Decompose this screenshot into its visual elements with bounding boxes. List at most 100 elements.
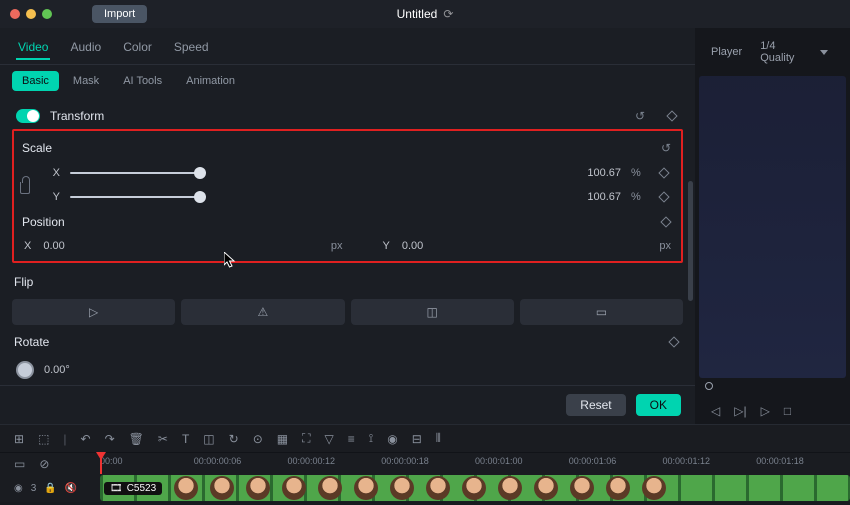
inspector-pane: Video Audio Color Speed Basic Mask AI To… — [0, 28, 695, 424]
tick-label: 00:00:00:12 — [288, 456, 382, 466]
rotate-value[interactable]: 0.00° — [44, 364, 70, 376]
delete-icon[interactable]: 🗑 — [129, 432, 144, 446]
video-preview[interactable] — [699, 76, 846, 378]
track-view-icon[interactable]: ▭ — [14, 457, 25, 471]
transform-toggle[interactable] — [16, 109, 40, 123]
text-tool-icon[interactable]: T — [182, 432, 189, 446]
close-icon[interactable] — [10, 9, 20, 19]
pos-x-value[interactable]: 0.00 — [43, 240, 64, 252]
reset-icon[interactable]: ↺ — [633, 109, 647, 123]
tab-video[interactable]: Video — [16, 36, 50, 60]
subtab-mask[interactable]: Mask — [63, 71, 109, 91]
mute-icon[interactable]: 🔇 — [65, 483, 77, 494]
sub-tabs: Basic Mask AI Tools Animation — [0, 65, 695, 97]
minimize-icon[interactable] — [26, 9, 36, 19]
link-icon[interactable]: ⊘ — [39, 457, 49, 471]
video-clip[interactable]: 🎞 C5523 — [100, 475, 850, 501]
clip-thumbnail — [246, 476, 270, 500]
tab-audio[interactable]: Audio — [68, 36, 103, 60]
subtab-animation[interactable]: Animation — [176, 71, 245, 91]
clip-thumbnail — [570, 476, 594, 500]
keyframe-icon[interactable] — [659, 215, 673, 229]
prev-frame-button[interactable]: ◁ — [711, 404, 720, 418]
cut-icon[interactable]: ✂ — [158, 432, 168, 446]
keyframe-icon[interactable] — [657, 166, 671, 180]
scale-x-value[interactable]: 100.67 — [571, 167, 621, 179]
chevron-down-icon — [820, 50, 828, 55]
visibility-icon[interactable]: ◉ — [14, 483, 23, 494]
tab-speed[interactable]: Speed — [172, 36, 211, 60]
maximize-icon[interactable] — [42, 9, 52, 19]
import-button[interactable]: Import — [92, 5, 147, 23]
tick-label: 00:00:01:06 — [569, 456, 663, 466]
timeline-ruler[interactable]: ▭ ⊘ 00:00 00:00:00:06 00:00:00:12 00:00:… — [0, 452, 850, 474]
main-area: Video Audio Color Speed Basic Mask AI To… — [0, 28, 850, 424]
flip-both-button[interactable]: ◫ — [351, 299, 514, 325]
step-back-button[interactable]: ▷| — [734, 404, 746, 418]
flip-horizontal-button[interactable]: ▷ — [12, 299, 175, 325]
inspector-panel: Transform ↺ Scale ↺ — [0, 97, 695, 385]
track-header[interactable]: ◉ 3 🔒 🔇 — [0, 483, 100, 494]
scale-y-label: Y — [38, 191, 60, 203]
effects-icon[interactable]: ◉ — [387, 432, 397, 446]
link-lock-icon[interactable] — [20, 182, 30, 194]
rotate-tool-icon[interactable]: ↻ — [229, 432, 239, 446]
clip-thumbnail — [174, 476, 198, 500]
cloud-sync-icon[interactable]: ⟳ — [443, 7, 453, 21]
quality-value: 1/4 Quality — [760, 40, 810, 64]
reset-icon[interactable]: ↺ — [659, 141, 673, 155]
marker-tool-icon[interactable]: ▽ — [325, 432, 334, 446]
scale-y-value[interactable]: 100.67 — [571, 191, 621, 203]
subtab-basic[interactable]: Basic — [12, 71, 59, 91]
rotate-dial[interactable] — [16, 361, 34, 379]
select-tool-icon[interactable]: ⬚ — [38, 432, 49, 446]
lock-icon[interactable]: 🔒 — [44, 483, 56, 494]
ok-button[interactable]: OK — [636, 394, 681, 416]
scale-y-slider[interactable] — [70, 196, 200, 198]
video-track: ◉ 3 🔒 🔇 🎞 C5523 — [0, 474, 850, 502]
keyframe-icon[interactable] — [657, 190, 671, 204]
color-icon[interactable]: ▦ — [277, 432, 288, 446]
flip-label: Flip — [14, 275, 33, 289]
clip-label: 🎞 C5523 — [104, 482, 162, 495]
reset-button[interactable]: Reset — [566, 394, 625, 416]
speed-icon[interactable]: ⊙ — [253, 432, 263, 446]
redo-icon[interactable]: ↷ — [105, 432, 115, 446]
clip-name: C5523 — [127, 483, 156, 494]
quality-selector[interactable]: 1/4 Quality — [760, 40, 828, 64]
keyframe-icon[interactable] — [665, 109, 679, 123]
rotate-header: Rotate — [12, 329, 683, 355]
split-icon[interactable]: ⊟ — [412, 432, 422, 446]
marker-icon[interactable] — [705, 382, 713, 390]
scale-x-slider[interactable] — [70, 172, 200, 174]
rotate-row: 0.00° — [12, 355, 683, 385]
equalizer-icon[interactable]: ⫴ — [436, 431, 441, 446]
timeline-toolbar: ⊞ ⬚ | ↶ ↷ 🗑 ✂ T ◫ ↻ ⊙ ▦ ⛶ ▽ ≡ ⟟ ◉ ⊟ ⫴ — [0, 424, 850, 452]
flip-vertical-button[interactable]: ⚠ — [181, 299, 344, 325]
subtab-ai[interactable]: AI Tools — [113, 71, 172, 91]
scrollbar[interactable] — [688, 181, 693, 301]
flip-none-button[interactable]: ▭ — [520, 299, 683, 325]
pos-y-value[interactable]: 0.00 — [402, 240, 423, 252]
expand-icon[interactable]: ⛶ — [302, 431, 310, 446]
play-button[interactable]: ▷ — [761, 404, 770, 418]
grid-icon[interactable]: ⊞ — [14, 432, 24, 446]
audio-icon[interactable]: ⟟ — [369, 431, 373, 446]
position-header: Position — [20, 209, 675, 235]
transform-header: Transform ↺ — [12, 103, 683, 129]
inspector-actions: Reset OK — [0, 385, 695, 424]
track-count: 3 — [31, 483, 37, 494]
undo-icon[interactable]: ↶ — [81, 432, 91, 446]
transform-title: Transform — [50, 109, 104, 123]
player-header: Player 1/4 Quality — [695, 28, 850, 76]
titlebar: Import Untitled ⟳ — [0, 0, 850, 28]
clip-thumbnail — [462, 476, 486, 500]
adjust-icon[interactable]: ≡ — [348, 432, 355, 446]
crop-icon[interactable]: ◫ — [203, 432, 214, 446]
keyframe-icon[interactable] — [667, 335, 681, 349]
tick-label: 00:00:00:06 — [194, 456, 288, 466]
stop-button[interactable]: □ — [784, 404, 791, 418]
position-label: Position — [22, 215, 65, 229]
pos-x-label: X — [24, 240, 31, 252]
tab-color[interactable]: Color — [121, 36, 154, 60]
